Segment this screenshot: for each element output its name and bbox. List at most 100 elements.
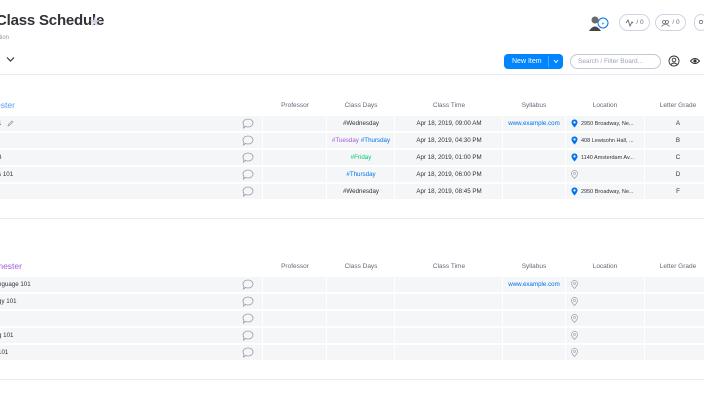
column-header-syllabus[interactable]: Syllabus (503, 102, 565, 109)
location-pin-icon[interactable] (571, 314, 578, 323)
location-pin-icon[interactable] (571, 348, 578, 357)
group-title[interactable]: mester (0, 261, 22, 271)
eye-icon[interactable] (690, 57, 700, 65)
comment-bubble-icon[interactable] (242, 296, 254, 307)
board-description[interactable]: ption (0, 35, 9, 41)
location-pin-icon[interactable] (571, 136, 578, 145)
cell-separator (262, 328, 263, 344)
location-pin-icon[interactable] (571, 119, 578, 128)
day-tag[interactable]: #Friday (351, 154, 372, 161)
comment-bubble-icon[interactable] (242, 135, 254, 146)
column-header-letter-grade[interactable]: Letter Grade (645, 102, 704, 109)
invite-button[interactable] (694, 14, 704, 31)
location-pin-icon[interactable] (571, 331, 578, 340)
location-pin-icon[interactable] (571, 187, 578, 196)
comment-bubble-icon[interactable] (242, 169, 254, 180)
column-header-syllabus[interactable]: Syllabus (503, 263, 565, 270)
column-header-class-time[interactable]: Class Time (395, 102, 503, 109)
day-tag[interactable]: #Tuesday (332, 137, 359, 144)
class-time-cell[interactable]: Apr 18, 2019, 08:45 PM (395, 188, 503, 195)
item-name[interactable]: 1 (0, 120, 1, 127)
table-row[interactable] (0, 311, 704, 327)
day-tag[interactable]: #Wednesday (343, 188, 379, 195)
location-cell[interactable]: 1140 Amsterdam Av... (581, 155, 634, 161)
class-days-cell[interactable]: #Friday (328, 154, 394, 161)
location-pin-icon[interactable] (571, 170, 578, 179)
edit-pencil-icon[interactable] (7, 120, 14, 127)
subscribers-avatar-icon[interactable]: + (589, 15, 609, 31)
letter-grade-cell[interactable]: D (645, 171, 704, 178)
table-row[interactable] (0, 277, 704, 293)
person-filter-icon[interactable] (668, 55, 680, 67)
favorite-star-icon[interactable]: ★ (89, 14, 101, 30)
letter-grade-cell[interactable]: B (645, 137, 704, 144)
table-row[interactable] (0, 345, 704, 361)
class-days-cell[interactable]: #Wednesday (328, 120, 394, 127)
cell-separator (565, 294, 566, 310)
day-tag[interactable]: #Thursday (361, 137, 390, 144)
class-time-cell[interactable]: Apr 18, 2019, 06:00 PM (395, 171, 503, 178)
activity-button[interactable]: / 0 (619, 14, 650, 31)
activity-count: / 0 (636, 19, 644, 26)
cell-separator (644, 311, 645, 327)
comment-bubble-icon[interactable] (242, 347, 254, 358)
invite-user-icon (698, 19, 704, 24)
group-title[interactable]: ester (0, 100, 15, 110)
item-name[interactable]: 101 (0, 349, 8, 356)
cell-separator (394, 294, 395, 310)
group-end-divider (0, 218, 704, 219)
class-days-cell[interactable]: #Thursday (328, 171, 394, 178)
syllabus-link[interactable]: www.example.com (503, 281, 565, 288)
letter-grade-cell[interactable]: C (645, 154, 704, 161)
letter-grade-cell[interactable]: F (645, 188, 704, 195)
day-tag[interactable]: #Wednesday (343, 120, 379, 127)
item-name[interactable]: 3 (0, 154, 1, 161)
column-header-location[interactable]: Location (566, 263, 644, 270)
cell-separator (644, 328, 645, 344)
item-name[interactable]: nguage 101 (0, 281, 31, 288)
item-name[interactable]: gy 101 (0, 298, 17, 305)
class-time-cell[interactable]: Apr 18, 2019, 09:00 AM (395, 120, 503, 127)
table-row[interactable] (0, 328, 704, 344)
location-cell[interactable]: 408 Lewisohn Hall, ... (581, 138, 634, 144)
comment-bubble-icon[interactable] (242, 313, 254, 324)
svg-text:+: + (602, 22, 605, 28)
column-header-location[interactable]: Location (566, 102, 644, 109)
group-end-divider (0, 379, 704, 380)
comment-bubble-icon[interactable] (242, 330, 254, 341)
updates-button[interactable]: / 0 (655, 14, 686, 31)
cell-separator (565, 345, 566, 361)
column-header-letter-grade[interactable]: Letter Grade (645, 263, 704, 270)
class-time-cell[interactable]: Apr 18, 2019, 01:00 PM (395, 154, 503, 161)
comment-bubble-icon[interactable] (242, 118, 254, 129)
column-header-class-days[interactable]: Class Days (328, 263, 394, 270)
item-name[interactable]: g 101 (0, 332, 13, 339)
column-header-professor[interactable]: Professor (264, 102, 326, 109)
item-name[interactable]: s 101 (0, 171, 13, 178)
class-time-cell[interactable]: Apr 18, 2019, 04:30 PM (395, 137, 503, 144)
syllabus-link[interactable]: www.example.com (503, 120, 565, 127)
column-header-class-days[interactable]: Class Days (328, 102, 394, 109)
column-header-professor[interactable]: Professor (264, 263, 326, 270)
table-row[interactable] (0, 294, 704, 310)
cell-separator (326, 311, 327, 327)
column-header-class-time[interactable]: Class Time (395, 263, 503, 270)
location-cell[interactable]: 2950 Broadway, Ne... (581, 189, 633, 195)
location-pin-icon[interactable] (571, 297, 578, 306)
class-days-cell[interactable]: #Wednesday (328, 188, 394, 195)
comment-bubble-icon[interactable] (242, 186, 254, 197)
comment-bubble-icon[interactable] (242, 279, 254, 290)
location-pin-icon[interactable] (571, 153, 578, 162)
location-pin-icon[interactable] (571, 280, 578, 289)
letter-grade-cell[interactable]: A (645, 120, 704, 127)
activity-icon (626, 18, 634, 27)
chevron-down-icon[interactable] (6, 56, 15, 63)
location-cell[interactable]: 2950 Broadway, Ne... (581, 121, 633, 127)
comment-bubble-icon[interactable] (242, 152, 254, 163)
search-input[interactable]: Search / Filter Board... (570, 54, 661, 69)
new-item-button[interactable]: New Item (504, 54, 563, 69)
cell-separator (502, 311, 503, 327)
class-days-cell[interactable]: #Tuesday #Thursday (328, 137, 394, 144)
day-tag[interactable]: #Thursday (346, 171, 375, 178)
new-item-dropdown-icon[interactable] (553, 59, 559, 64)
